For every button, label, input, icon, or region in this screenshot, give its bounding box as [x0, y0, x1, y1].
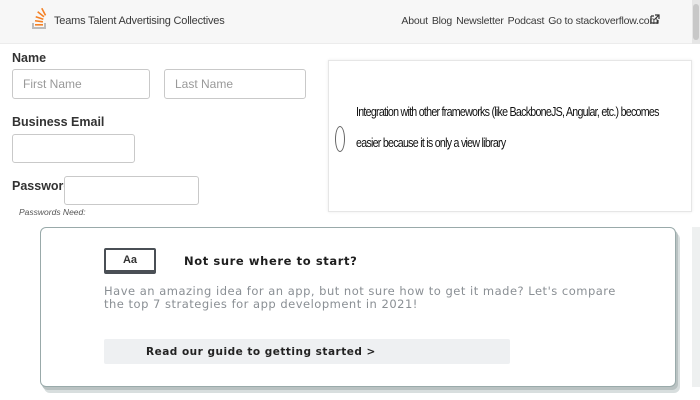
business-email-input[interactable]	[12, 134, 135, 163]
password-requirements-hint: Passwords Need:	[19, 207, 86, 217]
guide-description: Have an amazing idea for an app, but not…	[104, 284, 616, 311]
book-aa-icon: Aa	[104, 248, 156, 274]
top-navigation-bar: Teams Talent Advertising Collectives Abo…	[0, 0, 700, 44]
scroll-thumb[interactable]	[693, 4, 699, 40]
business-email-label: Business Email	[12, 115, 105, 129]
password-label: Password	[12, 179, 72, 193]
guide-title: Not sure where to start?	[184, 254, 358, 268]
nav-stackoverflow-link[interactable]: Go to stackoverflow.com	[548, 15, 658, 27]
stack-logo-icon[interactable]	[30, 7, 48, 35]
brand-products-text[interactable]: Teams Talent Advertising Collectives	[54, 15, 225, 27]
external-link-icon[interactable]	[650, 14, 660, 24]
read-guide-button[interactable]: Read our guide to getting started >	[104, 339, 510, 364]
password-input[interactable]	[64, 176, 199, 205]
nav-podcast-link[interactable]: Podcast	[508, 15, 545, 27]
nav-newsletter-link[interactable]: Newsletter	[456, 15, 504, 27]
last-name-input[interactable]: Last Name	[164, 69, 306, 99]
first-name-input[interactable]: First Name	[12, 69, 150, 99]
nav-blog-link[interactable]: Blog	[432, 15, 452, 27]
side-scrollbar[interactable]	[692, 227, 700, 387]
header-nav: About Blog Newsletter Podcast Go to stac…	[401, 15, 658, 27]
quiz-option-text: Integration with other frameworks (like …	[356, 104, 659, 150]
top-scrollbar[interactable]	[692, 0, 700, 44]
quiz-option-radio[interactable]	[335, 126, 345, 152]
name-label: Name	[12, 51, 47, 65]
nav-about-link[interactable]: About	[401, 15, 428, 27]
